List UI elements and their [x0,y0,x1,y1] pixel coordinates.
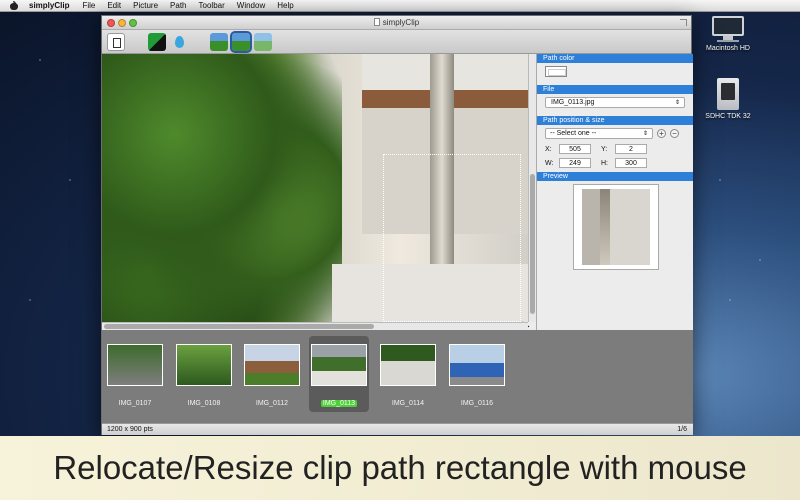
image-selected-icon[interactable] [230,31,252,53]
inspector-panel: Path color File IMG_0113.jpg ⇕ Path posi… [536,54,693,330]
desktop-icon-label: SDHC TDK 32 [705,113,751,120]
thumbnail-strip: IMG_0107 IMG_0108 IMG_0112 IMG_0113 IMG_… [102,330,693,423]
y-label: Y: [601,145,608,153]
add-preset-button[interactable]: + [657,129,666,138]
scrollbar-thumb[interactable] [104,324,374,329]
menu-bar: simplyClip File Edit Picture Path Toolba… [0,0,800,12]
chevron-updown-icon: ⇕ [674,100,680,106]
sd-card-icon [717,78,739,110]
document-icon [373,18,380,26]
thumbnail-label: IMG_0113 [320,400,358,407]
thumbnail-item[interactable]: IMG_0112 [242,344,302,407]
file-header: File [537,85,693,94]
thumbnail-image [380,344,436,386]
menu-app-name[interactable]: simplyClip [29,1,69,10]
page-counter: 1/6 [677,426,687,433]
clip-icon[interactable] [107,33,125,51]
menu-file[interactable]: File [82,1,95,10]
thumbnail-item[interactable]: IMG_0114 [378,344,438,407]
preview-header: Preview [537,172,693,181]
caption-text: Relocate/Resize clip path rectangle with… [53,449,747,486]
position-fields: X: 505 Y: 2 W: 249 H: 300 [545,142,693,170]
toolbar [102,30,691,54]
menu-picture[interactable]: Picture [133,1,158,10]
file-select-value: IMG_0113.jpg [551,99,595,106]
thumbnail-image [449,344,505,386]
drop-icon[interactable] [170,33,188,51]
title-bar[interactable]: simplyClip [102,16,691,30]
status-bar: 1200 x 900 pts 1/6 [102,423,693,435]
thumbnail-item[interactable]: IMG_0107 [105,344,165,407]
menu-window[interactable]: Window [237,1,265,10]
menu-help[interactable]: Help [277,1,293,10]
scrollbar-thumb[interactable] [530,174,535,314]
window-title: simplyClip [102,18,691,27]
menu-edit[interactable]: Edit [107,1,121,10]
w-label: W: [545,159,554,167]
thumbnail-label: IMG_0116 [460,400,494,407]
desktop-icon-macintosh-hd[interactable]: Macintosh HD [698,16,758,52]
image-dimensions: 1200 x 900 pts [107,426,153,433]
path-position-header: Path position & size [537,116,693,125]
thumbnail-label: IMG_0107 [118,400,152,407]
thumbnail-label: IMG_0112 [255,400,289,407]
desktop-icon-label: Macintosh HD [706,45,750,52]
caption-band: Relocate/Resize clip path rectangle with… [0,436,800,500]
remove-preset-button[interactable]: − [670,129,679,138]
preview-image [582,189,650,265]
menu-path[interactable]: Path [170,1,186,10]
menu-toolbar[interactable]: Toolbar [199,1,225,10]
thumbnail-image [176,344,232,386]
thumbnail-image [107,344,163,386]
preview-box [573,184,659,270]
height-field[interactable]: 300 [615,158,647,168]
hard-drive-icon [711,16,745,42]
fill-icon[interactable] [148,33,166,51]
thumbnail-label: IMG_0108 [187,400,221,407]
file-select[interactable]: IMG_0113.jpg ⇕ [545,97,685,108]
desktop-icon-sdhc[interactable]: SDHC TDK 32 [698,78,758,120]
apple-icon[interactable] [9,1,19,10]
h-label: H: [601,159,608,167]
width-field[interactable]: 249 [559,158,591,168]
path-color-header: Path color [537,54,693,63]
y-field[interactable]: 2 [615,144,647,154]
horizontal-scrollbar[interactable] [102,322,528,330]
thumbnail-item-selected[interactable]: IMG_0113 [309,336,369,412]
image-light-icon[interactable] [254,33,272,51]
position-preset-select[interactable]: -- Select one -- ⇕ [545,128,653,139]
path-color-well[interactable] [545,66,567,77]
photo-canvas[interactable] [102,54,528,322]
app-window: simplyClip Path color File IMG_0113.jpg … [101,15,693,435]
thumbnail-image [244,344,300,386]
thumbnail-item[interactable]: IMG_0108 [174,344,234,407]
chevron-updown-icon: ⇕ [642,131,648,137]
clip-path-rectangle[interactable] [383,154,521,322]
vertical-scrollbar[interactable] [528,54,536,322]
x-label: X: [545,145,552,153]
x-field[interactable]: 505 [559,144,591,154]
photo-trees [102,54,342,322]
thumbnail-image [311,344,367,386]
image-icon[interactable] [210,33,228,51]
thumbnail-item[interactable]: IMG_0116 [447,344,507,407]
thumbnail-label: IMG_0114 [391,400,425,407]
fullscreen-icon[interactable] [680,19,687,26]
